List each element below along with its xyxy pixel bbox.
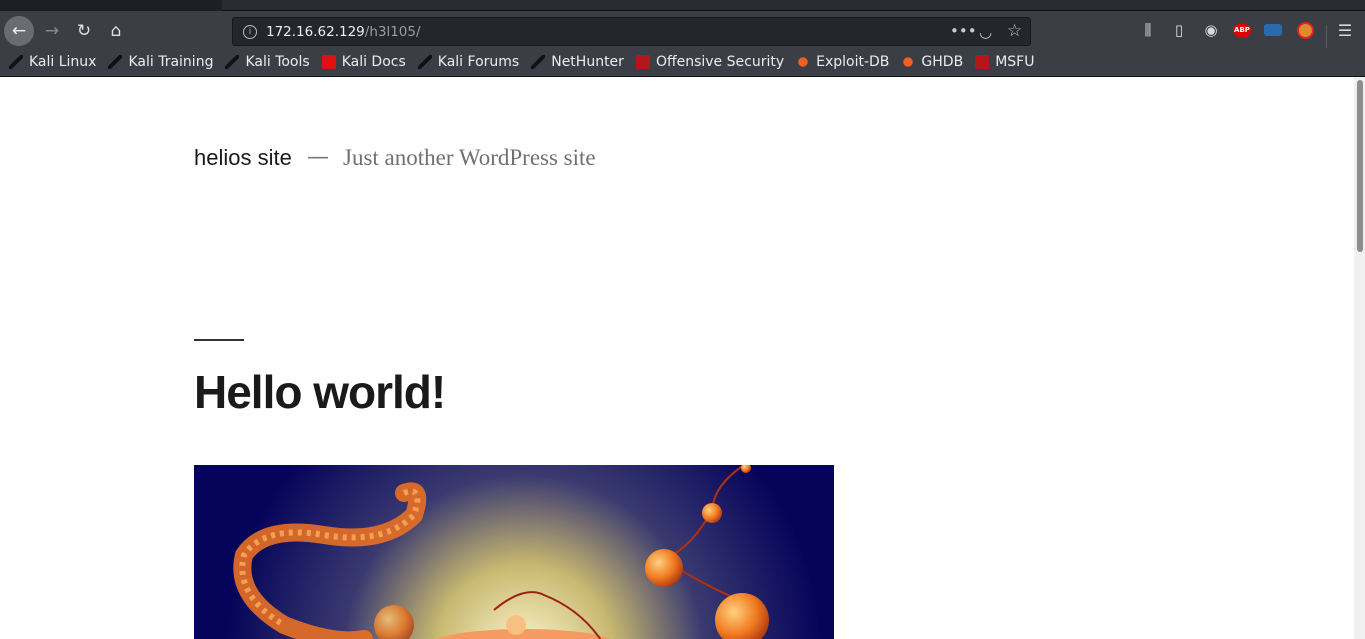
info-icon[interactable]: i: [243, 24, 257, 39]
bookmark-kali-tools[interactable]: Kali Tools: [225, 54, 310, 70]
offsec-icon: [635, 55, 650, 69]
reload-button[interactable]: ↻: [69, 16, 99, 46]
url-path: /h3l105/: [364, 23, 421, 40]
menu-icon[interactable]: ☰: [1334, 21, 1356, 40]
page-scrollbar[interactable]: [1354, 77, 1365, 639]
kali-docs-icon: [321, 55, 336, 69]
url-bar[interactable]: i 172.16.62.129/h3l105/ ••• ◡ ☆: [232, 17, 1031, 46]
adblock-plus-icon[interactable]: ABP: [1233, 23, 1251, 38]
sidebar-icon[interactable]: ▯: [1168, 21, 1190, 39]
active-tab[interactable]: [222, 0, 1365, 11]
offsec-icon: [975, 55, 990, 69]
kali-dragon-icon: [9, 55, 23, 69]
bookmark-ghdb[interactable]: GHDB: [901, 54, 963, 70]
extension-blocked-icon[interactable]: [1297, 22, 1314, 39]
kali-dragon-icon: [417, 55, 432, 69]
url-host: 172.16.62.129: [266, 23, 365, 40]
pocket-icon[interactable]: ◡: [979, 23, 992, 41]
scrollbar-thumb[interactable]: [1357, 80, 1363, 252]
helios-illustration: [194, 465, 834, 639]
exploit-db-icon: [796, 55, 811, 69]
forward-button[interactable]: →: [37, 16, 67, 46]
reload-icon: ↻: [76, 21, 92, 41]
arrow-right-icon: →: [44, 21, 60, 41]
extension-toolbox-icon[interactable]: [1264, 24, 1282, 36]
bookmark-nethunter[interactable]: NetHunter: [531, 54, 624, 70]
bookmark-kali-training[interactable]: Kali Training: [108, 54, 213, 70]
site-title-link[interactable]: helios site: [194, 145, 292, 171]
post-divider: [194, 339, 244, 341]
bookmark-kali-linux[interactable]: Kali Linux: [9, 54, 96, 70]
more-actions-icon[interactable]: •••: [950, 22, 977, 40]
bookmark-offensive-security[interactable]: Offensive Security: [635, 54, 784, 70]
bookmark-star-icon[interactable]: ☆: [1007, 21, 1022, 41]
account-icon[interactable]: ◉: [1200, 21, 1222, 39]
arrow-left-icon: ←: [11, 21, 27, 41]
back-button[interactable]: ←: [4, 16, 34, 46]
title-separator: —: [307, 145, 329, 170]
site-tagline: Just another WordPress site: [343, 145, 596, 170]
post-title[interactable]: Hello world!: [194, 365, 446, 419]
tab-strip: [0, 0, 1365, 11]
kali-dragon-icon: [531, 55, 546, 69]
bookmark-msfu[interactable]: MSFU: [975, 54, 1034, 70]
bookmark-kali-forums[interactable]: Kali Forums: [417, 54, 519, 70]
home-icon: ⌂: [110, 21, 122, 41]
bookmarks-bar: Kali Linux Kali Training Kali Tools Kali…: [0, 48, 1365, 77]
featured-image[interactable]: [194, 465, 834, 639]
bookmark-kali-docs[interactable]: Kali Docs: [321, 54, 406, 70]
library-icon[interactable]: ⫼: [1137, 21, 1159, 39]
page-content: helios site — Just another WordPress sit…: [0, 77, 1354, 639]
home-button[interactable]: ⌂: [101, 16, 131, 46]
bookmark-exploit-db[interactable]: Exploit-DB: [796, 54, 889, 70]
navigation-toolbar: ← → ↻ ⌂ i 172.16.62.129/h3l105/ ••• ◡ ☆ …: [0, 11, 1365, 59]
kali-dragon-icon: [225, 55, 240, 69]
exploit-db-icon: [901, 55, 916, 69]
kali-dragon-icon: [108, 55, 123, 69]
